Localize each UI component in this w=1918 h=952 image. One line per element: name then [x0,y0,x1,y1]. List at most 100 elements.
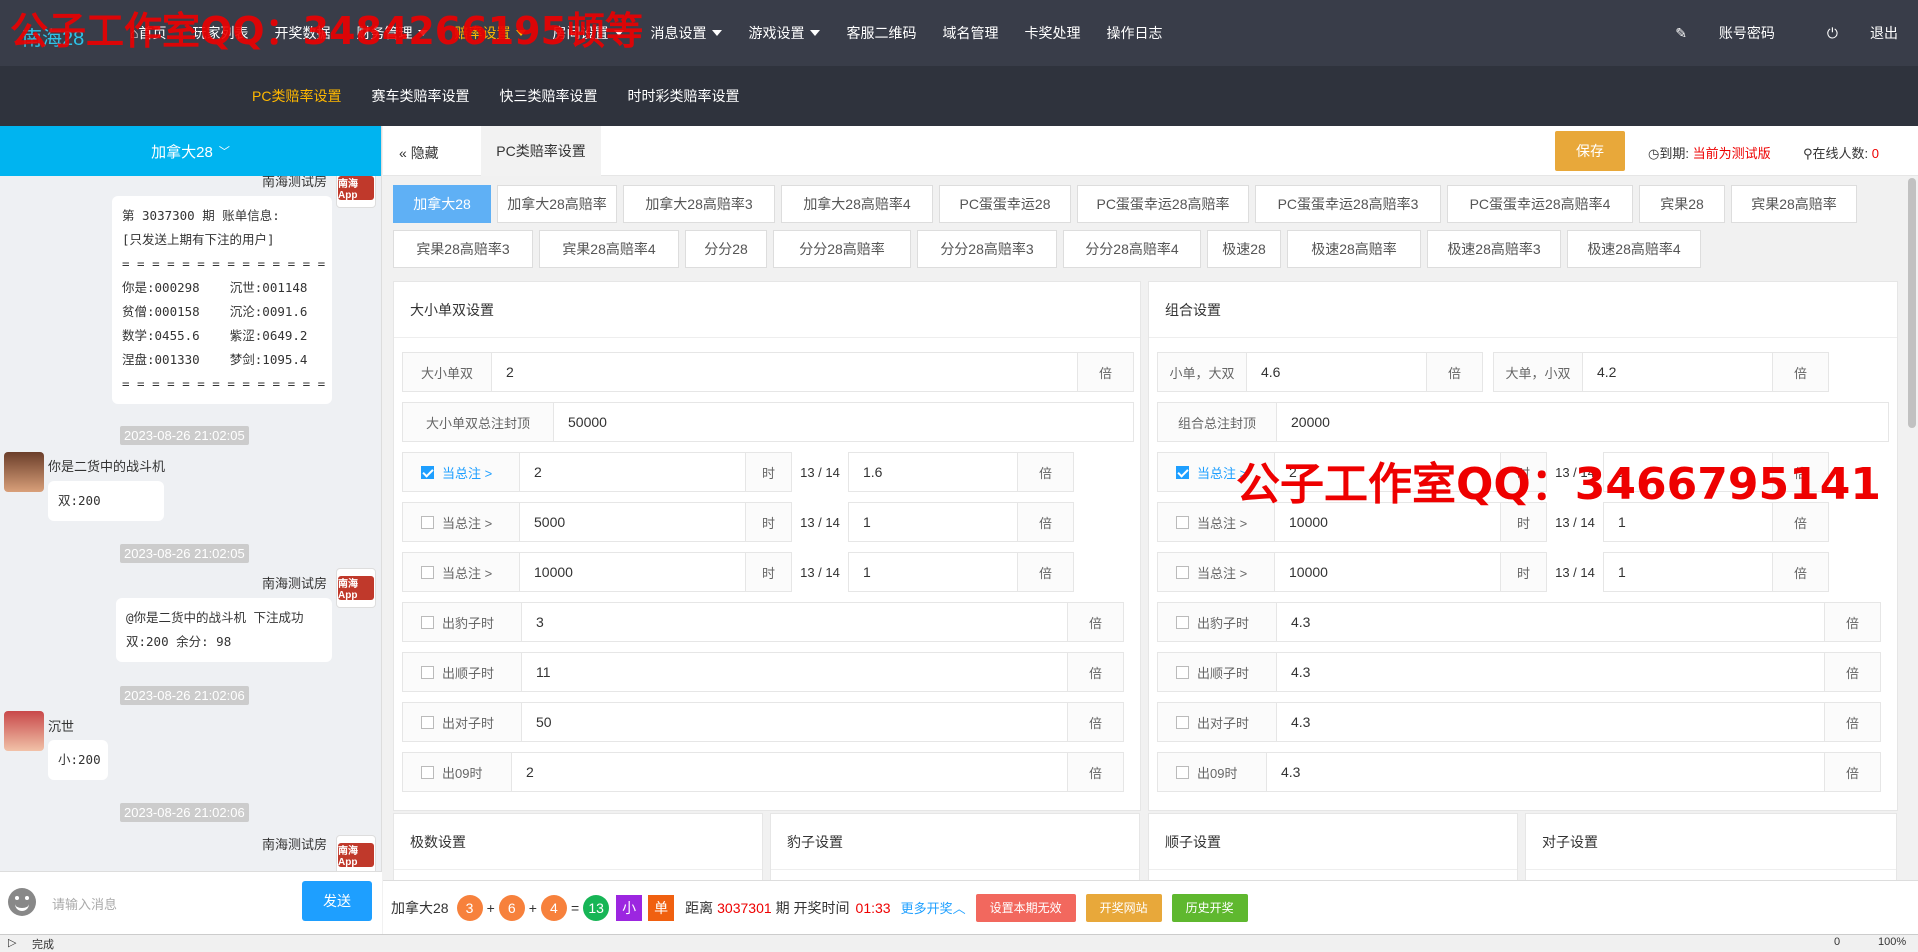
account-password-link[interactable]: ✎ 账号密码 [1649,23,1775,43]
checkbox[interactable] [421,765,434,779]
scrollbar-thumb[interactable] [1908,178,1916,428]
odds-input[interactable]: 4.3 [1277,602,1825,642]
game-tab[interactable]: 分分28 [685,230,767,268]
send-button[interactable]: 发送 [302,881,372,921]
special-label[interactable]: 出09时 [1157,752,1267,792]
tab-pc-odds[interactable]: PC类赔率设置 [481,126,601,176]
panel-extreme: 极数设置 [393,813,763,883]
special-label[interactable]: 出豹子时 [402,602,522,642]
room-selector[interactable]: 加拿大28 ﹀ [0,126,381,176]
topnav-item-8[interactable]: 客服二维码 [846,23,916,43]
checkbox[interactable] [1176,715,1189,729]
unit-label: 倍 [1078,352,1134,392]
game-tab[interactable]: 宾果28高赔率 [1731,185,1857,223]
subnav-item-0[interactable]: PC类赔率设置 [252,86,341,106]
game-tab[interactable]: PC蛋蛋幸运28高赔率3 [1255,185,1441,223]
checkbox[interactable] [1176,565,1189,579]
checkbox[interactable] [421,615,434,629]
subnav-item-3[interactable]: 时时彩类赔率设置 [627,86,739,106]
game-tab[interactable]: 加拿大28高赔率3 [623,185,775,223]
topnav-item-10[interactable]: 卡奖处理 [1024,23,1080,43]
odds-input[interactable]: 2 [512,752,1068,792]
threshold-input[interactable]: 10000 [520,552,746,592]
threshold-input[interactable]: 2 [520,452,746,492]
clock-icon: ◷ [1648,146,1660,161]
special-label[interactable]: 出09时 [402,752,512,792]
save-button[interactable]: 保存 [1555,131,1625,171]
logout-link[interactable]: ⏻ 退出 [1801,23,1898,43]
game-tab[interactable]: 宾果28 [1639,185,1725,223]
condition-label[interactable]: 当总注 > [1157,552,1275,592]
checkbox[interactable] [421,715,434,729]
odds-input[interactable]: 4.6 [1247,352,1427,392]
odds-input[interactable]: 3 [522,602,1068,642]
special-label[interactable]: 出对子时 [402,702,522,742]
condition-label[interactable]: 当总注 > [402,502,520,542]
game-tab[interactable]: 极速28高赔率4 [1567,230,1701,268]
odds-input[interactable]: 11 [522,652,1068,692]
game-tab[interactable]: 加拿大28 [393,185,491,223]
special-label[interactable]: 出豹子时 [1157,602,1277,642]
game-tab[interactable]: PC蛋蛋幸运28 [939,185,1071,223]
game-tab[interactable]: PC蛋蛋幸运28高赔率4 [1447,185,1633,223]
checkbox[interactable] [1176,665,1189,679]
odds-input[interactable]: 4.2 [1583,352,1773,392]
odds-input[interactable]: 1 [848,552,1018,592]
odds-input[interactable]: 4.3 [1267,752,1825,792]
game-tab[interactable]: 加拿大28高赔率4 [781,185,933,223]
threshold-input[interactable]: 5000 [520,502,746,542]
chat-messages[interactable]: 南海测试房 南海App 第 3037300 期 账单信息: [只发送上期有下注的… [0,176,382,871]
topnav-item-6[interactable]: 消息设置 [650,23,723,43]
more-draws-link[interactable]: 更多开奖︿ [901,898,966,917]
game-tab[interactable]: 加拿大28高赔率 [497,185,617,223]
checkbox[interactable] [1176,515,1189,529]
game-tab[interactable]: 极速28 [1207,230,1281,268]
checkbox[interactable] [1176,465,1189,479]
subnav-item-1[interactable]: 赛车类赔率设置 [371,86,469,106]
message-input[interactable]: 请输入消息 [52,894,117,913]
history-draws-button[interactable]: 历史开奖 [1171,893,1248,922]
hide-button[interactable]: « 隐藏 [399,143,439,163]
topnav-item-11[interactable]: 操作日志 [1106,23,1162,43]
topnav-item-9[interactable]: 域名管理 [942,23,998,43]
caret-down-icon [810,30,821,36]
zoom-level[interactable]: 100% [1878,936,1906,948]
game-tab[interactable]: 极速28高赔率3 [1427,230,1561,268]
checkbox[interactable] [421,515,434,529]
invalidate-period-button[interactable]: 设置本期无效 [975,893,1076,922]
game-tab[interactable]: PC蛋蛋幸运28高赔率 [1077,185,1249,223]
odds-input[interactable]: 4.3 [1277,652,1825,692]
special-label[interactable]: 出对子时 [1157,702,1277,742]
odds-input[interactable]: 2 [492,352,1078,392]
checkbox[interactable] [1176,765,1189,779]
draw-website-button[interactable]: 开奖网站 [1085,893,1162,922]
game-tab[interactable]: 分分28高赔率 [773,230,911,268]
game-tab[interactable]: 分分28高赔率3 [917,230,1057,268]
checkbox[interactable] [421,465,434,479]
cap-input[interactable]: 20000 [1277,402,1889,442]
special-label[interactable]: 出顺子时 [1157,652,1277,692]
special-text: 出对子时 [442,715,495,731]
panel-straight: 顺子设置 [1148,813,1518,883]
odds-input[interactable]: 50 [522,702,1068,742]
game-tab[interactable]: 宾果28高赔率4 [539,230,679,268]
game-tab[interactable]: 极速28高赔率 [1287,230,1421,268]
checkbox[interactable] [1176,615,1189,629]
odds-input[interactable]: 1 [848,502,1018,542]
condition-label[interactable]: 当总注 > [402,552,520,592]
vertical-scrollbar[interactable] [1906,176,1918,880]
cap-input[interactable]: 50000 [554,402,1134,442]
odds-input[interactable]: 4.3 [1277,702,1825,742]
checkbox[interactable] [421,565,434,579]
topnav-item-7[interactable]: 游戏设置 [748,23,821,43]
emoji-icon[interactable] [8,888,36,916]
threshold-input[interactable]: 10000 [1275,552,1501,592]
odds-input[interactable]: 1 [1603,552,1773,592]
special-label[interactable]: 出顺子时 [402,652,522,692]
odds-input[interactable]: 1.6 [848,452,1018,492]
condition-label[interactable]: 当总注 > [402,452,520,492]
game-tab[interactable]: 宾果28高赔率3 [393,230,533,268]
checkbox[interactable] [421,665,434,679]
subnav-item-2[interactable]: 快三类赔率设置 [499,86,597,106]
game-tab[interactable]: 分分28高赔率4 [1063,230,1201,268]
